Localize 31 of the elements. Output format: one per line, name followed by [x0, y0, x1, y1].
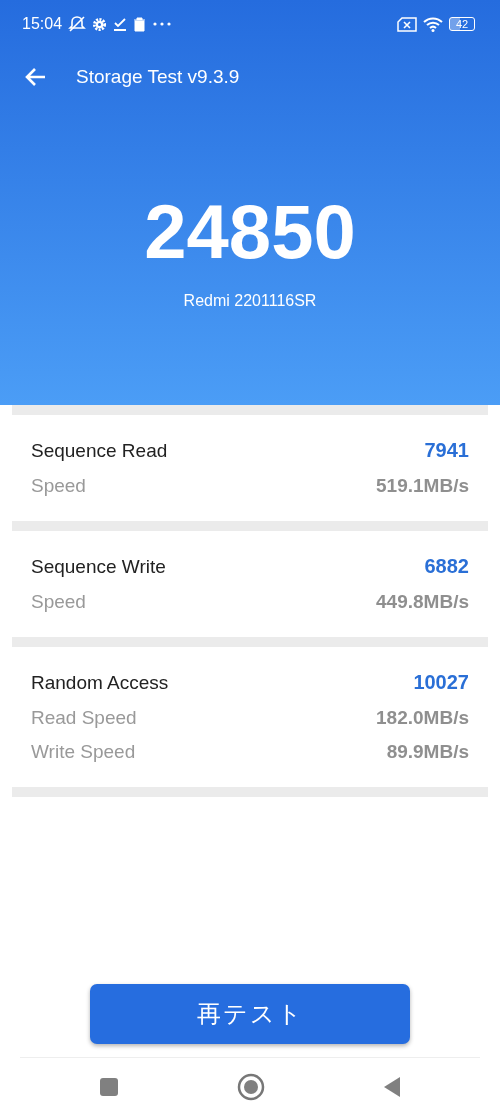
- metric-value: 89.9MB/s: [386, 741, 469, 763]
- battery-indicator: 42: [449, 17, 475, 31]
- metric-label: Write Speed: [31, 741, 136, 763]
- metric-value: 182.0MB/s: [376, 707, 469, 729]
- back-icon[interactable]: [383, 1076, 401, 1098]
- metric-value: 519.1MB/s: [376, 475, 469, 497]
- metric-value: 449.8MB/s: [376, 591, 469, 613]
- section-title: Random Access: [31, 672, 169, 694]
- home-icon[interactable]: [237, 1073, 265, 1101]
- section-title: Sequence Read: [31, 440, 168, 462]
- check-icon: [113, 17, 128, 31]
- metric-label: Read Speed: [31, 707, 137, 729]
- bell-muted-icon: [68, 15, 87, 33]
- section-score: 7941: [424, 439, 469, 462]
- section-title: Sequence Write: [31, 556, 166, 578]
- more-icon: [152, 21, 173, 27]
- wifi-icon: [423, 16, 443, 32]
- section-score: 10027: [413, 671, 469, 694]
- recents-icon[interactable]: [99, 1077, 119, 1097]
- gear-icon: [92, 16, 108, 32]
- trash-icon: [133, 16, 147, 32]
- device-name: Redmi 2201116SR: [183, 292, 317, 310]
- status-time: 15:04: [22, 15, 63, 33]
- retest-button[interactable]: 再テスト: [90, 984, 410, 1044]
- screen-title: Storage Test v9.3.9: [76, 66, 240, 88]
- metric-label: Speed: [31, 475, 86, 497]
- back-arrow-icon[interactable]: [24, 67, 46, 87]
- sim-icon: [397, 16, 417, 32]
- section-score: 6882: [424, 555, 469, 578]
- metric-label: Speed: [31, 591, 86, 613]
- total-score: 24850: [144, 194, 356, 270]
